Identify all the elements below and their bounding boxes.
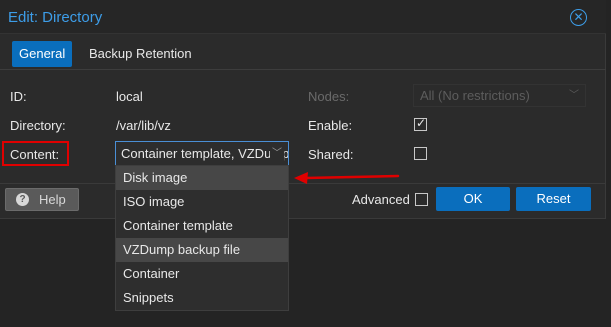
shared-label: Shared:: [308, 147, 354, 162]
advanced-label: Advanced: [352, 192, 410, 207]
chevron-down-icon[interactable]: ﹀: [270, 142, 284, 165]
help-button-label: Help: [39, 192, 66, 207]
ok-button[interactable]: OK: [436, 187, 510, 211]
help-button[interactable]: ? Help: [5, 188, 79, 211]
dialog-titlebar: Edit: Directory ✕: [0, 0, 606, 34]
enable-label: Enable:: [308, 118, 353, 133]
content-label: Content:: [10, 147, 60, 162]
tab-strip: General Backup Retention: [0, 35, 606, 70]
check-icon: ✓: [416, 116, 427, 130]
dropdown-option-disk-image[interactable]: Disk image: [116, 166, 288, 190]
id-value: local: [116, 89, 143, 104]
question-icon: ?: [16, 193, 29, 206]
nodes-label: Nodes:: [308, 89, 350, 104]
content-dropdown-list: Disk image ISO image Container template …: [115, 165, 289, 311]
dropdown-option-container[interactable]: Container: [116, 262, 288, 286]
directory-value: /var/lib/vz: [116, 118, 171, 133]
advanced-checkbox[interactable]: [415, 193, 428, 206]
content-combobox[interactable]: Container template, VZDump backup file ﹀: [115, 141, 289, 166]
annotation-arrow-icon: [294, 172, 400, 184]
chevron-down-icon: ﹀: [569, 90, 579, 101]
directory-label: Directory:: [10, 118, 66, 133]
nodes-select[interactable]: All (No restrictions) ﹀: [413, 84, 586, 107]
close-icon[interactable]: ✕: [570, 9, 587, 26]
reset-button[interactable]: Reset: [516, 187, 591, 211]
enable-checkbox[interactable]: ✓: [414, 116, 427, 131]
dropdown-option-snippets[interactable]: Snippets: [116, 286, 288, 310]
tab-general[interactable]: General: [12, 41, 73, 67]
dropdown-option-iso-image[interactable]: ISO image: [116, 190, 288, 214]
dialog-title: Edit: Directory: [8, 9, 103, 26]
id-label: ID:: [10, 89, 27, 104]
tab-backup-retention[interactable]: Backup Retention: [82, 41, 199, 67]
shared-checkbox[interactable]: [414, 147, 427, 160]
nodes-select-value: All (No restrictions): [420, 88, 530, 103]
dropdown-option-container-template[interactable]: Container template: [116, 214, 288, 238]
dropdown-option-vzdump-backup-file[interactable]: VZDump backup file: [116, 238, 288, 262]
content-combobox-value: Container template, VZDump backup file: [121, 146, 289, 161]
